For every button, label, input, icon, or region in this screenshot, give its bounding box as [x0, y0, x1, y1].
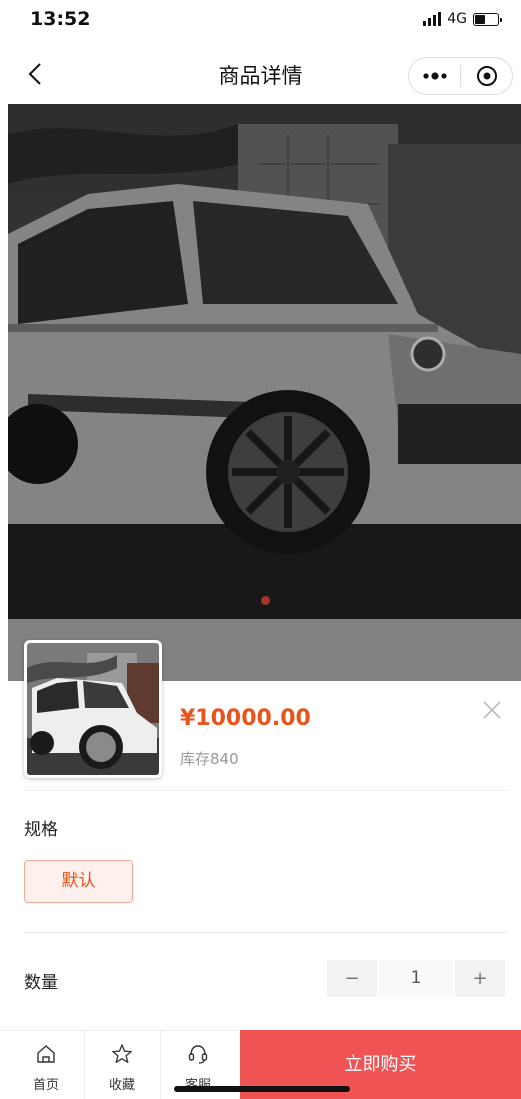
tab-home-label: 首页 — [32, 1078, 59, 1093]
tab-favorite[interactable]: 收藏 — [84, 1031, 160, 1099]
network-label: 4G — [447, 11, 467, 27]
headset-icon — [188, 1045, 208, 1064]
close-icon — [483, 701, 501, 719]
tab-home[interactable]: 首页 — [8, 1031, 84, 1099]
decrease-button[interactable]: − — [327, 960, 377, 997]
battery-icon — [473, 12, 502, 26]
capsule-close-button[interactable] — [461, 58, 512, 94]
status-bar: 13:52 4G — [0, 0, 521, 44]
status-indicators: 4G — [423, 11, 502, 27]
divider — [24, 790, 509, 791]
spec-option-default[interactable]: 默认 — [24, 860, 133, 903]
more-button[interactable] — [409, 58, 460, 94]
quantity-stepper: − 1 + — [327, 960, 509, 997]
close-sheet-button[interactable] — [480, 698, 504, 722]
product-price: ¥10000.00 — [180, 706, 311, 731]
quantity-value[interactable]: 1 — [377, 960, 455, 997]
carousel-indicator-dot — [261, 596, 270, 605]
divider — [24, 932, 509, 933]
home-icon — [37, 1045, 55, 1063]
status-time: 13:52 — [30, 8, 91, 30]
product-image — [8, 104, 521, 619]
chevron-left-icon — [28, 63, 41, 85]
miniprogram-capsule — [408, 57, 513, 95]
increase-button[interactable]: + — [455, 960, 505, 997]
product-stock: 库存840 — [180, 750, 239, 768]
signal-icon — [423, 12, 442, 26]
product-thumbnail — [24, 640, 162, 778]
nav-bar: 商品详情 — [0, 44, 521, 104]
tab-favorite-label: 收藏 — [108, 1078, 135, 1093]
more-dots-icon — [422, 72, 447, 80]
back-button[interactable] — [22, 56, 52, 92]
home-indicator — [174, 1086, 350, 1092]
star-icon — [112, 1044, 132, 1063]
spec-label: 规格 — [24, 820, 58, 840]
quantity-label: 数量 — [24, 973, 58, 993]
target-close-icon — [476, 66, 497, 86]
